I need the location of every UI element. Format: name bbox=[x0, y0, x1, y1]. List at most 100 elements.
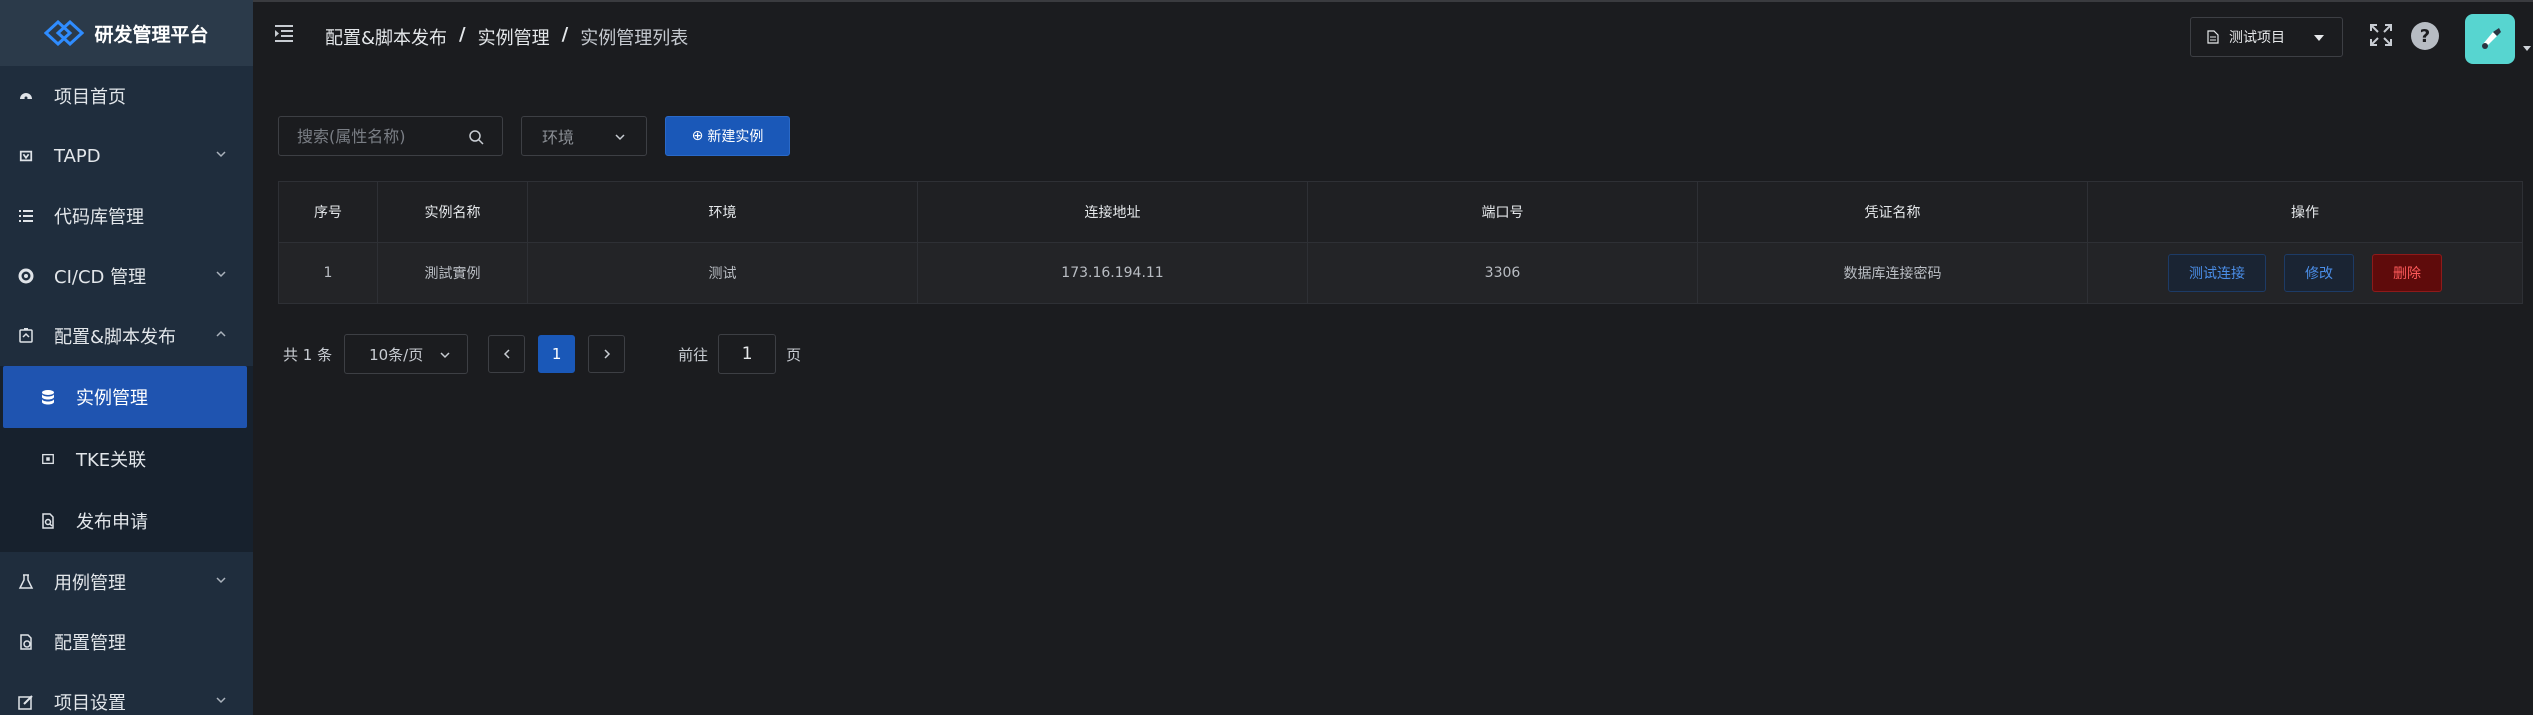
goto-suffix: 页 bbox=[786, 345, 802, 364]
column-header: 连接地址 bbox=[918, 182, 1308, 242]
sidebar-item-label: 实例管理 bbox=[76, 388, 148, 409]
sidebar-item-testcases[interactable]: 用例管理 bbox=[0, 552, 253, 612]
table-cell-address: 173.16.194.11 bbox=[918, 243, 1308, 303]
sidebar-item-home[interactable]: 项目首页 bbox=[0, 66, 253, 126]
sidebar-item-config[interactable]: 配置管理 bbox=[0, 612, 253, 672]
database-icon bbox=[40, 389, 56, 405]
plus-circle-icon: ⊕ bbox=[691, 128, 704, 144]
chevron-down-icon bbox=[216, 697, 226, 704]
menu-fold-icon[interactable] bbox=[275, 24, 295, 42]
tke-icon bbox=[40, 451, 56, 467]
logo[interactable]: 研发管理平台 bbox=[0, 0, 253, 66]
caret-down-icon[interactable] bbox=[2523, 46, 2531, 51]
pagination: 共 1 条 10条/页 1 前往 1 页 bbox=[283, 334, 801, 374]
dashboard-icon bbox=[18, 88, 34, 104]
prev-page-button[interactable] bbox=[488, 335, 526, 373]
page-number-button[interactable]: 1 bbox=[538, 335, 576, 373]
sidebar-item-label: TKE关联 bbox=[76, 450, 147, 471]
page-size-value: 10条/页 bbox=[369, 345, 424, 364]
search-input[interactable] bbox=[297, 126, 457, 146]
sidebar-item-deploy[interactable]: 配置&脚本发布 bbox=[0, 306, 253, 366]
project-select[interactable]: 测试项目 bbox=[2190, 17, 2343, 57]
fullscreen-icon[interactable] bbox=[2369, 23, 2393, 47]
cicd-icon bbox=[18, 268, 34, 284]
instance-table: 序号 实例名称 环境 连接地址 端口号 凭证名称 操作 1 測試實例 测试 17… bbox=[278, 181, 2523, 304]
sidebar-item-label: CI/CD 管理 bbox=[54, 267, 147, 288]
new-instance-label: 新建实例 bbox=[707, 129, 764, 145]
column-header: 序号 bbox=[278, 182, 378, 242]
column-header: 端口号 bbox=[1308, 182, 1698, 242]
sidebar-item-label: 配置管理 bbox=[54, 633, 126, 654]
breadcrumb-item[interactable]: 实例管理 bbox=[478, 24, 550, 50]
next-page-button[interactable] bbox=[588, 335, 626, 373]
caret-down-icon bbox=[2314, 35, 2324, 41]
chevron-down-icon bbox=[216, 577, 226, 584]
sidebar-item-tapd[interactable]: TAPD bbox=[0, 126, 253, 186]
sidebar-item-label: 项目设置 bbox=[54, 693, 126, 714]
table-cell-index: 1 bbox=[278, 243, 378, 303]
test-connection-button[interactable]: 测试连接 bbox=[2168, 254, 2266, 292]
sidebar-item-tke[interactable]: TKE关联 bbox=[0, 428, 253, 490]
sidebar-item-label: 用例管理 bbox=[54, 573, 126, 594]
table-cell-name: 測試實例 bbox=[378, 243, 528, 303]
new-instance-button[interactable]: ⊕ 新建实例 bbox=[665, 116, 790, 156]
sidebar-item-label: TAPD bbox=[54, 145, 101, 167]
breadcrumb-separator: / bbox=[459, 24, 466, 45]
delete-button[interactable]: 删除 bbox=[2372, 254, 2442, 292]
deploy-icon bbox=[18, 328, 34, 344]
submenu-deploy: 实例管理 TKE关联 发布申请 bbox=[0, 366, 253, 552]
table-cell-env: 测试 bbox=[528, 243, 918, 303]
main-content: 环境 ⊕ 新建实例 序号 实例名称 环境 连接地址 端口号 凭证名称 操作 1 … bbox=[253, 66, 2533, 715]
edit-button[interactable]: 修改 bbox=[2284, 254, 2354, 292]
chevron-down-icon bbox=[216, 151, 226, 158]
edit-icon bbox=[18, 694, 34, 710]
document-icon bbox=[2207, 30, 2219, 44]
config-icon bbox=[18, 634, 34, 650]
table-header-row: 序号 实例名称 环境 连接地址 端口号 凭证名称 操作 bbox=[278, 182, 2523, 243]
sidebar-item-settings[interactable]: 项目设置 bbox=[0, 672, 253, 715]
logo-icon bbox=[44, 20, 85, 46]
sidebar-item-release[interactable]: 发布申请 bbox=[0, 490, 253, 552]
tapd-icon bbox=[18, 148, 34, 164]
project-select-value: 测试项目 bbox=[2229, 30, 2285, 46]
breadcrumb-item[interactable]: 配置&脚本发布 bbox=[325, 24, 447, 50]
avatar-image-icon bbox=[2482, 28, 2501, 49]
sidebar-item-repo[interactable]: 代码库管理 bbox=[0, 186, 253, 246]
top-header: 配置&脚本发布 / 实例管理 / 实例管理列表 测试项目 ? bbox=[253, 0, 2533, 66]
search-icon[interactable] bbox=[468, 129, 484, 145]
column-header: 凭证名称 bbox=[1698, 182, 2088, 242]
file-search-icon bbox=[40, 513, 56, 529]
breadcrumb: 配置&脚本发布 / 实例管理 / 实例管理列表 bbox=[325, 24, 688, 50]
sidebar-item-label: 发布申请 bbox=[76, 512, 148, 533]
chevron-up-icon bbox=[216, 330, 226, 337]
sidebar-item-cicd[interactable]: CI/CD 管理 bbox=[0, 246, 253, 306]
goto-page: 前往 1 页 bbox=[678, 334, 801, 374]
sidebar-item-label: 项目首页 bbox=[54, 87, 126, 108]
goto-label: 前往 bbox=[678, 345, 709, 364]
table-cell-actions: 测试连接 修改 删除 bbox=[2088, 243, 2523, 303]
avatar[interactable] bbox=[2465, 14, 2515, 64]
sidebar-item-label: 代码库管理 bbox=[54, 207, 144, 228]
breadcrumb-separator: / bbox=[561, 24, 569, 45]
sidebar-item-label: 配置&脚本发布 bbox=[54, 327, 177, 348]
table-row: 1 測試實例 测试 173.16.194.11 3306 数据库连接密码 测试连… bbox=[278, 243, 2523, 304]
breadcrumb-current: 实例管理列表 bbox=[580, 28, 689, 49]
goto-page-input[interactable]: 1 bbox=[718, 334, 777, 374]
env-select-placeholder: 环境 bbox=[542, 128, 575, 147]
pagination-total: 共 1 条 bbox=[283, 345, 333, 364]
chevron-down-icon bbox=[615, 134, 625, 141]
logo-text: 研发管理平台 bbox=[94, 23, 209, 46]
chevron-right-icon bbox=[604, 349, 610, 359]
sidebar-item-instances[interactable]: 实例管理 bbox=[3, 366, 247, 428]
env-select[interactable]: 环境 bbox=[521, 116, 647, 156]
help-icon[interactable]: ? bbox=[2411, 22, 2439, 50]
app-root: 研发管理平台 项目首页 TAPD 代码库管理 CI/CD 管理 配置&脚本发布 … bbox=[0, 0, 2533, 715]
table-cell-port: 3306 bbox=[1308, 243, 1698, 303]
search-box[interactable] bbox=[278, 116, 503, 156]
flask-icon bbox=[18, 574, 34, 590]
page-size-select[interactable]: 10条/页 bbox=[344, 334, 469, 374]
column-header: 实例名称 bbox=[378, 182, 528, 242]
column-header: 环境 bbox=[528, 182, 918, 242]
chevron-left-icon bbox=[503, 349, 510, 359]
table-cell-credential: 数据库连接密码 bbox=[1698, 243, 2088, 303]
